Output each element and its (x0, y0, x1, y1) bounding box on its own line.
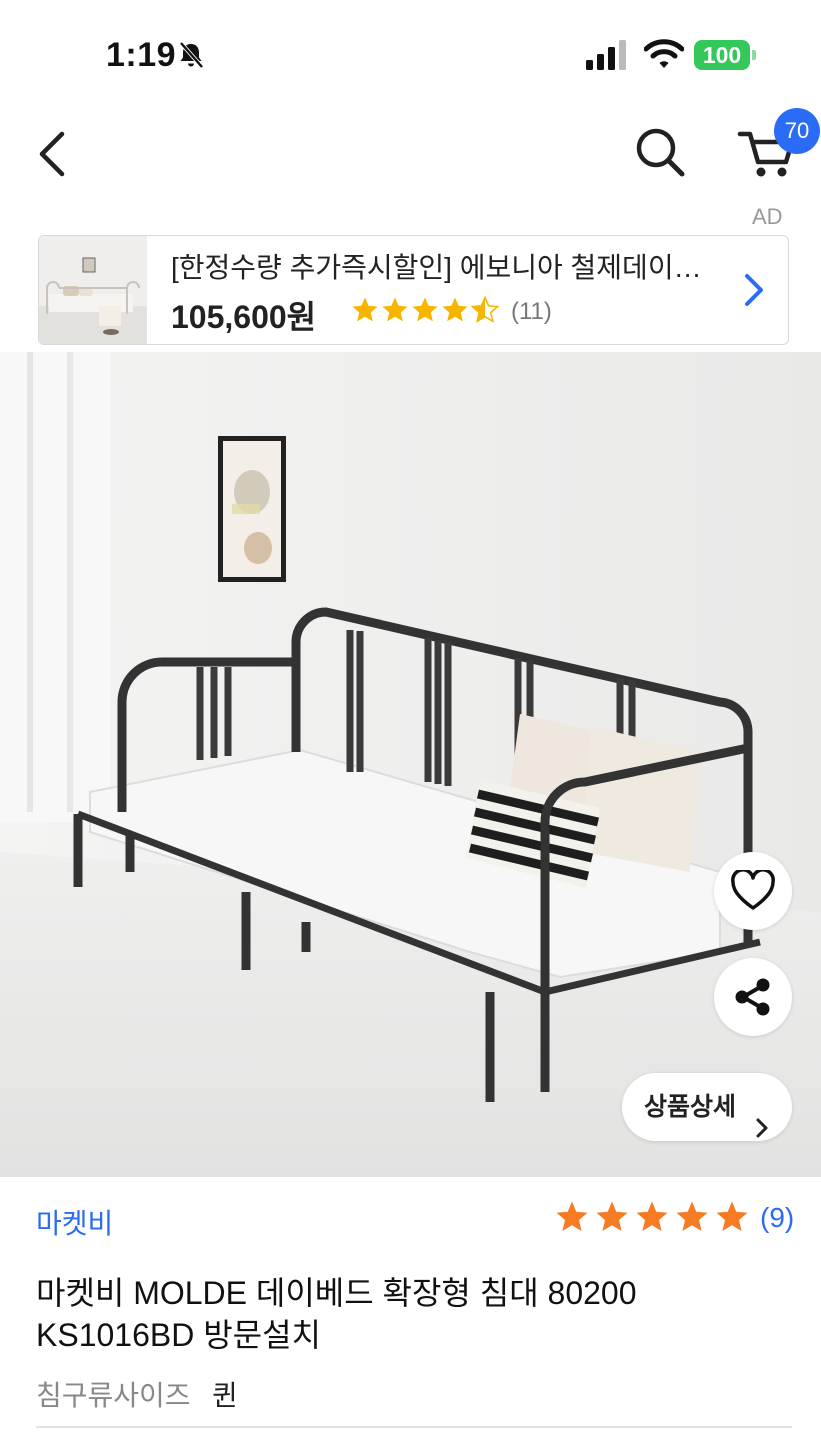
ad-rating-stars (351, 296, 501, 331)
star-icon (352, 297, 378, 322)
star-icon (382, 297, 408, 322)
star-icon (596, 1201, 628, 1231)
ad-product-card[interactable]: [한정수량 추가즉시할인] 에보니아 철제데이… 105,600원 (11) (38, 235, 789, 345)
bell-slash-icon (176, 40, 206, 75)
star-icon (412, 297, 438, 322)
wifi-icon (643, 38, 685, 75)
option-label: 침구류사이즈 (36, 1380, 191, 1411)
star-icon (556, 1201, 588, 1231)
product-title: 마켓비 MOLDE 데이베드 확장형 침대 80200 KS1016BD 방문설… (36, 1275, 637, 1353)
divider (36, 1426, 792, 1428)
chevron-right-icon[interactable] (739, 270, 769, 315)
product-detail-button[interactable]: 상품상세 (622, 1073, 792, 1141)
ad-label: AD (752, 204, 783, 229)
chevron-right-icon (754, 1097, 770, 1165)
star-half-icon (471, 296, 499, 323)
seller-name-link[interactable]: 마켓비 (36, 1202, 113, 1242)
wishlist-button[interactable] (714, 852, 792, 930)
battery-tip (752, 50, 756, 60)
share-button[interactable] (714, 958, 792, 1036)
ad-product-title: [한정수량 추가즉시할인] 에보니아 철제데이… (171, 252, 702, 283)
back-icon[interactable] (30, 126, 78, 182)
star-icon (442, 297, 468, 322)
battery-indicator: 100 (694, 40, 750, 70)
status-bar: 1:19 100 (0, 0, 821, 110)
cart-count-badge: 70 (774, 108, 820, 154)
option-value: 퀸 (212, 1380, 238, 1411)
product-review-count[interactable]: (9) (760, 1202, 794, 1234)
star-icon (676, 1201, 708, 1231)
search-icon[interactable] (632, 124, 688, 180)
ad-product-price: 105,600원 (171, 299, 317, 335)
star-icon (636, 1201, 668, 1231)
status-time: 1:19 (106, 36, 177, 74)
star-icon (716, 1201, 748, 1231)
product-rating-stars[interactable] (555, 1200, 755, 1241)
ad-product-thumbnail (39, 236, 147, 344)
ad-review-count: (11) (511, 298, 552, 325)
heart-icon (731, 870, 775, 910)
product-detail-label: 상품상세 (644, 1093, 737, 1121)
product-hero-image (0, 352, 821, 1177)
signal-icon (586, 40, 630, 75)
share-icon (735, 978, 770, 1016)
